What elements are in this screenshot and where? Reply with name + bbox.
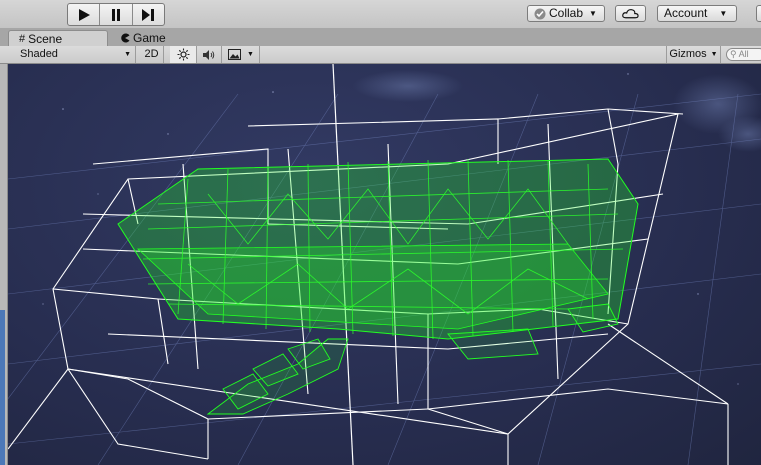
gizmos-label: Gizmos (669, 48, 707, 60)
play-icon (78, 8, 90, 21)
chevron-down-icon: ▼ (719, 9, 728, 18)
scene-toolbar: Shaded ▼ 2D ▼ Gizmos ▼ ⚲ All (0, 46, 761, 64)
grid-icon: # (19, 32, 26, 45)
step-button[interactable] (133, 4, 164, 25)
pacman-icon (121, 33, 130, 43)
left-panel-edge (0, 64, 8, 465)
tab-scene[interactable]: # Scene (8, 30, 108, 46)
cloud-icon (622, 9, 639, 19)
search-input[interactable]: ⚲ All (726, 48, 761, 61)
shading-mode-dropdown[interactable]: Shaded ▼ (14, 46, 136, 63)
pause-button[interactable] (100, 4, 133, 25)
lighting-toggle[interactable] (170, 46, 197, 63)
account-label: Account (664, 6, 708, 20)
chevron-down-icon: ▼ (124, 51, 131, 58)
play-button[interactable] (68, 4, 101, 25)
speaker-icon (203, 49, 215, 60)
shading-mode-label: Shaded (20, 48, 58, 60)
tab-scene-label: Scene (28, 31, 63, 46)
image-icon (228, 49, 241, 60)
toggle-2d-label: 2D (144, 48, 159, 60)
main-toolbar: Collab ▼ Account ▼ (0, 0, 761, 28)
chevron-down-icon: ▼ (710, 51, 718, 58)
toggle-2d-button[interactable]: 2D (140, 46, 164, 63)
effects-dropdown[interactable]: ▼ (222, 46, 260, 63)
playback-controls (67, 3, 165, 26)
account-button[interactable]: Account ▼ (657, 5, 737, 22)
scene-viewport[interactable] (8, 64, 761, 465)
tab-game-label: Game (133, 31, 166, 45)
selection-highlight (0, 310, 5, 465)
collab-label: Collab (549, 6, 584, 20)
tab-bar: # Scene Game (0, 28, 761, 46)
scene-render (8, 64, 761, 465)
navmesh-wireframe (117, 158, 639, 415)
pause-icon (111, 8, 120, 21)
search-icon: ⚲ (730, 49, 737, 59)
search-placeholder: All (738, 49, 749, 59)
collab-button[interactable]: Collab ▼ (527, 5, 605, 22)
step-icon (142, 8, 155, 21)
layers-button[interactable] (756, 5, 761, 22)
cloud-button[interactable] (615, 5, 646, 22)
skybox-clouds (353, 70, 761, 152)
chevron-down-icon: ▼ (247, 51, 254, 58)
sun-icon (177, 48, 189, 61)
tab-game[interactable]: Game (110, 30, 190, 46)
audio-toggle[interactable] (197, 46, 222, 63)
chevron-down-icon: ▼ (589, 9, 597, 18)
check-circle-icon (534, 8, 546, 19)
gizmos-dropdown[interactable]: Gizmos ▼ (666, 46, 721, 63)
